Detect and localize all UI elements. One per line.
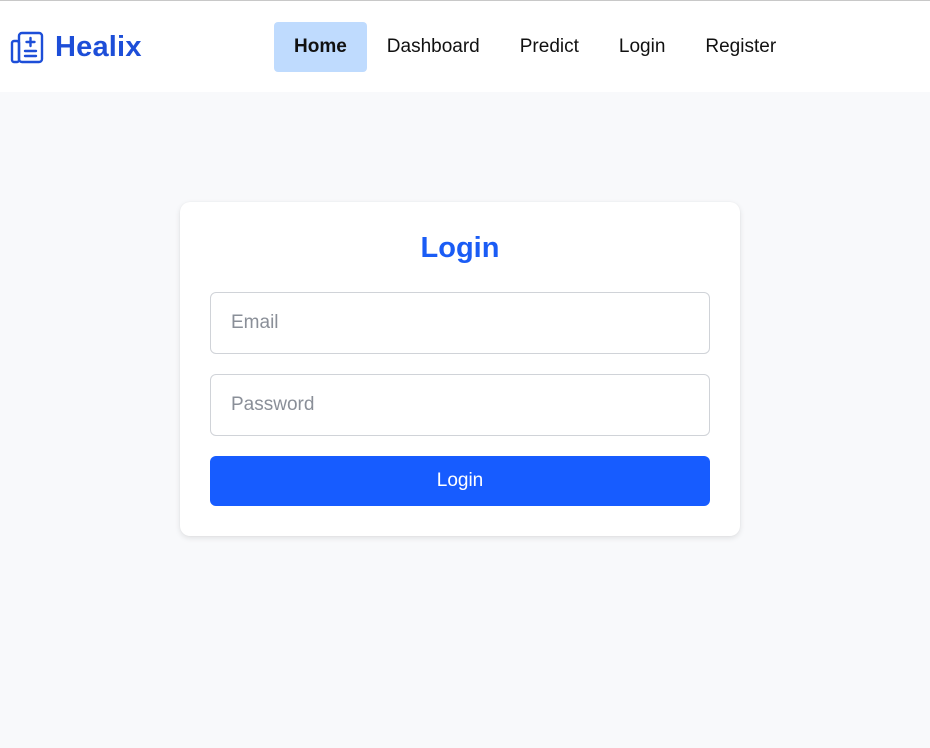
login-card: Login Login (180, 202, 740, 536)
nav-item-home[interactable]: Home (274, 22, 367, 72)
login-button[interactable]: Login (210, 456, 710, 506)
brand-name: Healix (55, 30, 142, 63)
navbar: Healix Home Dashboard Predict Login Regi… (0, 1, 930, 92)
login-title: Login (420, 232, 500, 264)
password-field[interactable] (210, 374, 710, 436)
nav-links: Home Dashboard Predict Login Register (274, 22, 796, 72)
nav-item-predict[interactable]: Predict (500, 22, 599, 72)
nav-item-register[interactable]: Register (685, 22, 796, 72)
email-field[interactable] (210, 292, 710, 354)
nav-item-dashboard[interactable]: Dashboard (367, 22, 500, 72)
brand-logo[interactable]: Healix (10, 29, 142, 65)
hospital-icon (10, 31, 44, 64)
nav-item-login[interactable]: Login (599, 22, 686, 72)
